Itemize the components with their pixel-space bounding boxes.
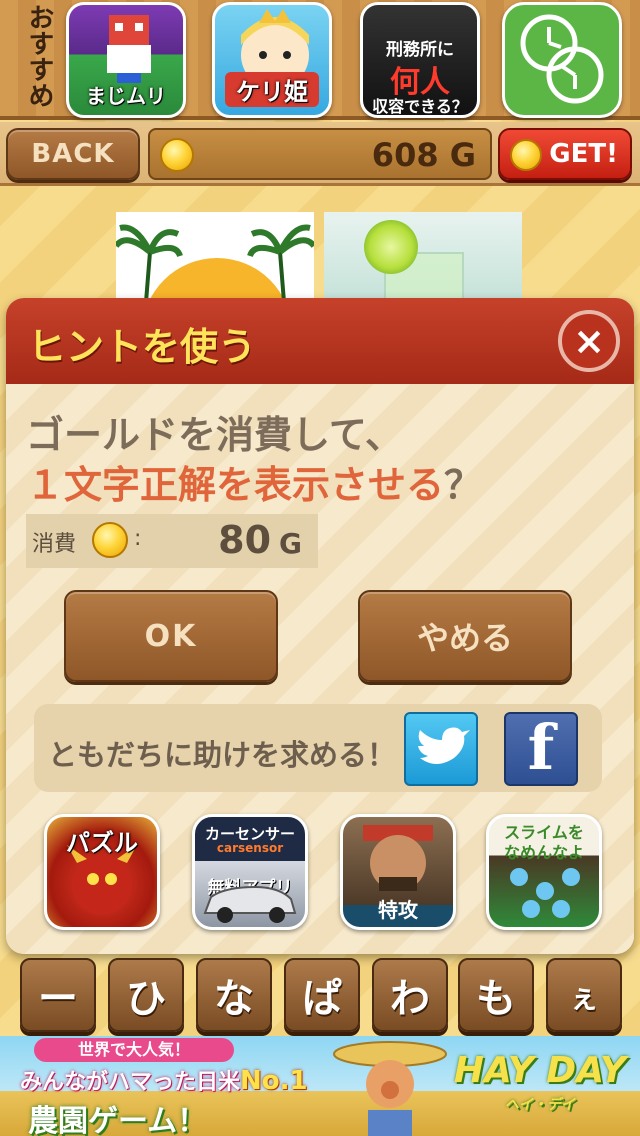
gold-amount: 608 G <box>371 136 476 174</box>
letter-key[interactable]: な <box>196 958 272 1032</box>
get-gold-button[interactable]: GET! <box>498 128 632 180</box>
hint-dialog: ヒントを使う × ゴールドを消費して、 １文字正解を表示させる？ 消費 : 80… <box>6 298 634 954</box>
cost-label: 消費 <box>32 532 77 557</box>
promo-app-prison[interactable]: 刑務所に 何人 収容できる？ <box>360 2 480 118</box>
scarecrow-icon <box>333 1041 447 1136</box>
coin-icon <box>510 139 542 171</box>
letter-key[interactable]: ひ <box>108 958 184 1032</box>
back-button[interactable]: BACK <box>6 128 140 180</box>
ad-brand-name: HAY DAY <box>453 1050 626 1091</box>
letter-key[interactable]: も <box>458 958 534 1032</box>
cost-display: 消費 : 80 G <box>26 514 318 568</box>
coin-icon <box>92 522 128 558</box>
coin-icon <box>160 138 194 172</box>
app-caption: 特攻 <box>378 898 418 922</box>
letter-key[interactable]: ぱ <box>284 958 360 1032</box>
ad-app-boom-beach[interactable]: 特攻 <box>340 814 456 930</box>
dialog-body: ゴールドを消費して、 １文字正解を表示させる？ 消費 : 80 G OK やめる … <box>6 384 634 954</box>
letter-key[interactable]: わ <box>372 958 448 1032</box>
ad-app-puzzle[interactable]: パズル <box>44 814 160 930</box>
ad-banner[interactable]: 世界で大人気！ みんながハマった日米No.1 農園ゲーム！ HAY DAY ヘイ・… <box>0 1036 640 1136</box>
ad-brand-sub: ヘイ・デイ <box>504 1097 575 1113</box>
promo-app-clocks[interactable] <box>502 2 622 118</box>
car-icon <box>203 885 297 923</box>
ad-text: 世界で大人気！ <box>34 1038 234 1062</box>
promo-app-majimuri[interactable]: まじムリ <box>66 2 186 118</box>
puzzle-image-mojito <box>324 212 522 302</box>
cost-value: 80 <box>218 518 272 562</box>
promo-line: 収容できる？ <box>372 97 468 116</box>
close-button[interactable]: × <box>558 310 620 372</box>
ok-button[interactable]: OK <box>64 590 278 682</box>
ad-text: みんながハマった日米No.1 <box>20 1064 308 1096</box>
ad-text: みんながハマった日米 <box>20 1070 241 1095</box>
dialog-header: ヒントを使う × <box>6 298 634 384</box>
cost-colon: : <box>134 526 142 551</box>
share-bar: ともだちに助けを求める！ f <box>34 704 602 792</box>
letter-keys: ー ひ な ぱ わ も ぇ <box>0 956 640 1034</box>
cancel-button[interactable]: やめる <box>358 590 572 682</box>
promo-app-kerihime[interactable]: ケリ姫 <box>212 2 332 118</box>
cost-unit: G <box>279 527 302 560</box>
ad-app-carsensor[interactable]: カーセンサー carsensor 無料アプリ <box>192 814 308 930</box>
letter-key[interactable]: ぇ <box>546 958 622 1032</box>
promo-strip: おすすめ まじムリ ケリ姫 刑務所に 何人 収容できる？ <box>0 0 640 120</box>
twitter-button[interactable] <box>404 712 478 786</box>
clock-icon <box>520 14 604 104</box>
facebook-button[interactable]: f <box>504 711 578 786</box>
get-label: GET! <box>549 139 618 169</box>
promo-caption: まじムリ <box>86 84 166 108</box>
gold-display: 608 G <box>148 128 492 180</box>
share-label: ともだちに助けを求める！ <box>48 738 397 772</box>
lime-shape <box>364 220 418 274</box>
status-bar: BACK 608 G GET! <box>0 122 640 186</box>
promo-label: おすすめ <box>24 4 54 108</box>
ad-app-slime[interactable]: スライムを なめんなよ <box>486 814 602 930</box>
slime-icon <box>510 868 580 918</box>
hint-message-highlight: １文字正解を表示させる <box>26 463 445 507</box>
dialog-title: ヒントを使う <box>28 325 257 369</box>
puzzle-image-sunset <box>116 212 314 302</box>
ad-text: 農園ゲーム！ <box>28 1104 208 1136</box>
close-icon: × <box>573 319 605 363</box>
twitter-bird-icon <box>418 727 470 764</box>
letter-key[interactable]: ー <box>20 958 96 1032</box>
cost-amount: 80 G <box>218 518 302 562</box>
promo-caption: ケリ姫 <box>225 72 319 107</box>
app-caption: パズル <box>66 829 138 857</box>
facebook-f-icon: f <box>527 711 555 784</box>
hint-message-line1: ゴールドを消費して、 <box>26 413 403 457</box>
ad-text: No.1 <box>240 1066 308 1096</box>
ad-brand: HAY DAY ヘイ・デイ <box>454 1053 626 1122</box>
hint-message-question-mark: ？ <box>444 463 483 507</box>
palm-tree-icon <box>116 224 314 302</box>
hint-message-line2: １文字正解を表示させる？ <box>26 454 482 509</box>
